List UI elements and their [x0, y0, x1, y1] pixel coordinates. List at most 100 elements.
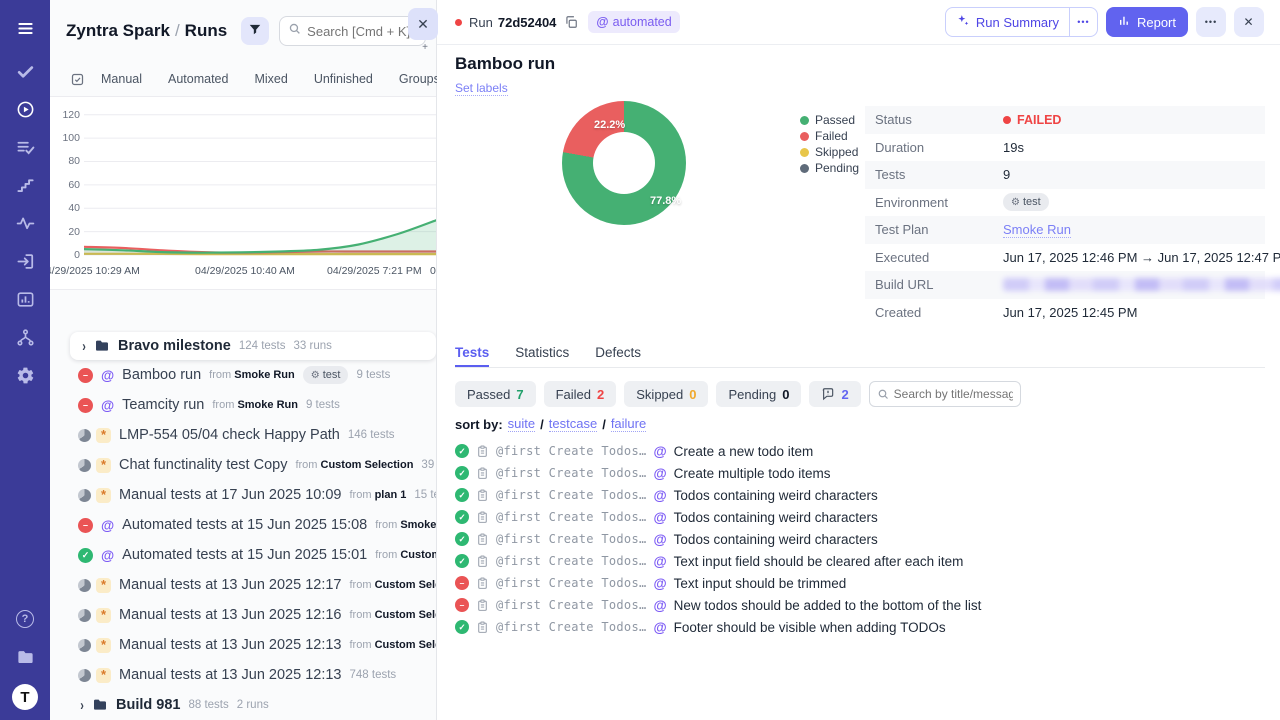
legend-item-pending[interactable]: Pending: [800, 160, 859, 176]
test-title[interactable]: Todos containing weird characters: [674, 510, 878, 525]
run-row-title[interactable]: Automated tests at 15 Jun 2025 15:08: [122, 517, 367, 533]
passed-filter-chip[interactable]: Passed7: [455, 381, 536, 407]
run-summary-more-button[interactable]: •••: [1069, 8, 1097, 36]
environment-chip[interactable]: ⚙test: [1003, 193, 1049, 211]
test-title[interactable]: Text input field should be cleared after…: [674, 554, 964, 569]
test-row[interactable]: ✓@first Create Todos…@Text input field s…: [455, 550, 1270, 572]
test-suite[interactable]: @first Create Todos…: [496, 598, 647, 612]
failed-filter-chip[interactable]: Failed2: [544, 381, 617, 407]
run-summary-button[interactable]: Run Summary: [946, 8, 1069, 36]
run-row-title[interactable]: LMP-554 05/04 check Happy Path: [119, 427, 340, 443]
runs-search-input[interactable]: [307, 24, 417, 39]
sidebar-activity-icon[interactable]: [0, 204, 50, 242]
close-run-button[interactable]: ✕: [1234, 7, 1264, 37]
test-row[interactable]: ✓@first Create Todos…@Footer should be v…: [455, 616, 1270, 638]
sidebar-bar-chart-icon[interactable]: [0, 280, 50, 318]
test-title[interactable]: Create a new todo item: [674, 444, 814, 459]
chevron-right-icon[interactable]: ›: [80, 697, 84, 714]
test-row[interactable]: ✓@first Create Todos…@Todos containing w…: [455, 484, 1270, 506]
sidebar-menu-icon[interactable]: [0, 4, 50, 52]
run-row[interactable]: ✓@Automated tests at 15 Jun 2025 15:01fr…: [50, 540, 436, 570]
test-suite[interactable]: @first Create Todos…: [496, 576, 647, 590]
run-row[interactable]: *Manual tests at 13 Jun 2025 12:17from C…: [50, 570, 436, 600]
sort-option-suite[interactable]: suite: [508, 416, 535, 432]
test-suite[interactable]: @first Create Todos…: [496, 554, 647, 568]
sidebar-import-icon[interactable]: [0, 242, 50, 280]
sidebar-gear-icon[interactable]: [0, 356, 50, 394]
runs-tab-mixed[interactable]: Mixed: [254, 72, 287, 86]
tab-tests[interactable]: Tests: [455, 345, 489, 367]
legend-item-passed[interactable]: Passed: [800, 112, 859, 128]
folder-row[interactable]: ›Build 98188 tests2 runs: [50, 690, 436, 720]
skipped-filter-chip[interactable]: Skipped0: [624, 381, 708, 407]
run-row[interactable]: –@Teamcity runfrom Smoke Run9 tests: [50, 390, 436, 420]
run-row-title[interactable]: Teamcity run: [122, 397, 204, 413]
tab-defects[interactable]: Defects: [595, 345, 641, 367]
sort-option-failure[interactable]: failure: [611, 416, 646, 432]
breadcrumb-project[interactable]: Zyntra Spark: [66, 21, 170, 40]
legend-item-failed[interactable]: Failed: [800, 128, 859, 144]
automated-badge[interactable]: @ automated: [588, 11, 679, 33]
test-row[interactable]: –@first Create Todos…@New todos should b…: [455, 594, 1270, 616]
test-title[interactable]: Footer should be visible when adding TOD…: [674, 620, 946, 635]
run-row-title[interactable]: Manual tests at 13 Jun 2025 12:13: [119, 637, 342, 653]
runs-tab-unfinished[interactable]: Unfinished: [314, 72, 373, 86]
build-url-redacted[interactable]: [1003, 278, 1280, 291]
test-title[interactable]: Todos containing weird characters: [674, 532, 878, 547]
comments-filter-chip[interactable]: 2: [809, 381, 860, 407]
sidebar-branches-icon[interactable]: [0, 318, 50, 356]
run-row-title[interactable]: Manual tests at 17 Jun 2025 10:09: [119, 487, 342, 503]
folder-row[interactable]: ›Bravo milestone124 tests33 runs: [70, 332, 436, 360]
test-suite[interactable]: @first Create Todos…: [496, 532, 647, 546]
sidebar-help-icon[interactable]: ?: [0, 600, 50, 638]
close-panel-button[interactable]: ✕: [408, 8, 438, 40]
run-row-title[interactable]: Chat functinality test Copy: [119, 457, 287, 473]
runs-tab-groups[interactable]: Groups: [399, 72, 440, 86]
runs-search[interactable]: [279, 16, 426, 46]
test-row[interactable]: ✓@first Create Todos…@Create a new todo …: [455, 440, 1270, 462]
run-row-title[interactable]: Bamboo run: [122, 367, 201, 383]
filter-button[interactable]: [241, 17, 269, 45]
set-labels-link[interactable]: Set labels: [455, 81, 508, 96]
run-row-title[interactable]: Manual tests at 13 Jun 2025 12:16: [119, 607, 342, 623]
run-row-title[interactable]: Manual tests at 13 Jun 2025 12:13: [119, 667, 342, 683]
app-logo[interactable]: T: [12, 684, 38, 710]
test-suite[interactable]: @first Create Todos…: [496, 444, 647, 458]
copy-icon[interactable]: [564, 15, 578, 29]
select-all-icon[interactable]: [70, 72, 85, 87]
test-suite[interactable]: @first Create Todos…: [496, 510, 647, 524]
test-row[interactable]: –@first Create Todos…@Text input should …: [455, 572, 1270, 594]
sidebar-play-circle-icon[interactable]: [0, 90, 50, 128]
run-row[interactable]: *Manual tests at 13 Jun 2025 12:13from C…: [50, 630, 436, 660]
chevron-right-icon[interactable]: ›: [82, 338, 86, 355]
run-row[interactable]: –@Automated tests at 15 Jun 2025 15:08fr…: [50, 510, 436, 540]
run-row[interactable]: *Chat functinality test Copyfrom Custom …: [50, 450, 436, 480]
run-row-title[interactable]: Automated tests at 15 Jun 2025 15:01: [122, 547, 367, 563]
sort-option-testcase[interactable]: testcase: [549, 416, 597, 432]
tests-search[interactable]: [869, 381, 1021, 407]
test-suite[interactable]: @first Create Todos…: [496, 620, 647, 634]
test-suite[interactable]: @first Create Todos…: [496, 466, 647, 480]
sidebar-check-icon[interactable]: [0, 52, 50, 90]
more-actions-button[interactable]: •••: [1196, 7, 1226, 37]
runs-tab-manual[interactable]: Manual: [101, 72, 142, 86]
test-plan-link[interactable]: Smoke Run: [1003, 222, 1071, 238]
sidebar-steps-icon[interactable]: [0, 166, 50, 204]
test-row[interactable]: ✓@first Create Todos…@Todos containing w…: [455, 506, 1270, 528]
run-row[interactable]: *Manual tests at 17 Jun 2025 10:09from p…: [50, 480, 436, 510]
tests-search-input[interactable]: [894, 387, 1013, 401]
tab-statistics[interactable]: Statistics: [515, 345, 569, 367]
report-button[interactable]: Report: [1106, 7, 1188, 37]
folder-title[interactable]: Bravo milestone: [118, 338, 231, 354]
pending-filter-chip[interactable]: Pending0: [716, 381, 801, 407]
test-title[interactable]: Todos containing weird characters: [674, 488, 878, 503]
run-row-title[interactable]: Manual tests at 13 Jun 2025 12:17: [119, 577, 342, 593]
run-row[interactable]: *Manual tests at 13 Jun 2025 12:13748 te…: [50, 660, 436, 690]
runs-tab-automated[interactable]: Automated: [168, 72, 228, 86]
run-row[interactable]: *Manual tests at 13 Jun 2025 12:16from C…: [50, 600, 436, 630]
folder-title[interactable]: Build 981: [116, 697, 180, 713]
legend-item-skipped[interactable]: Skipped: [800, 144, 859, 160]
test-title[interactable]: New todos should be added to the bottom …: [674, 598, 982, 613]
test-title[interactable]: Text input should be trimmed: [674, 576, 847, 591]
sidebar-list-check-icon[interactable]: [0, 128, 50, 166]
